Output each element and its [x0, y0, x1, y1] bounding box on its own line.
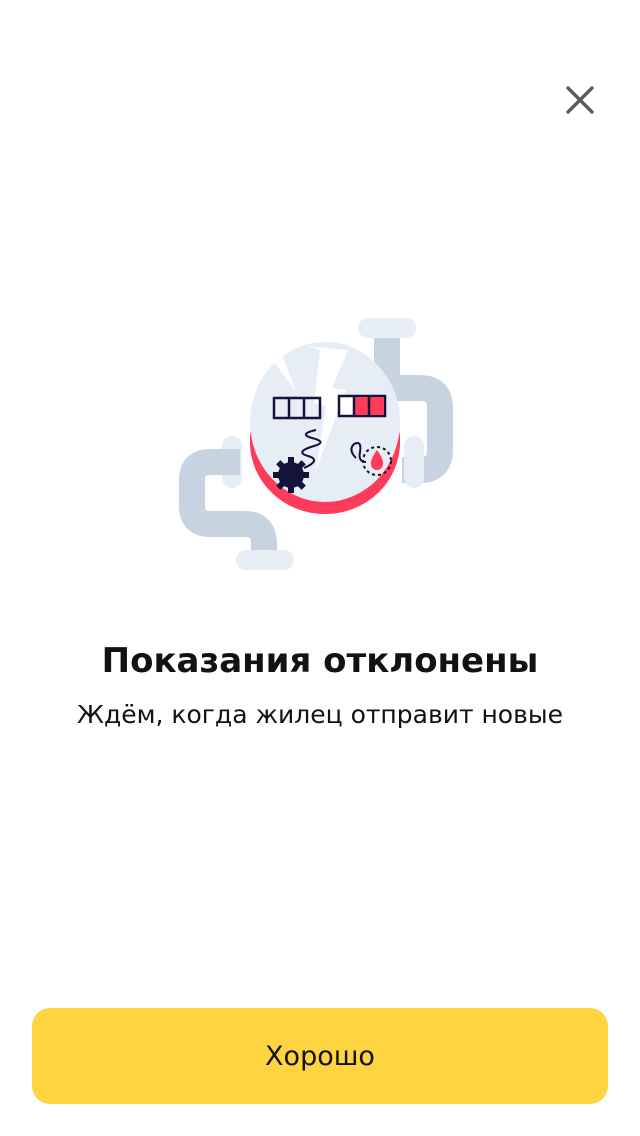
close-icon [566, 86, 594, 114]
page-title: Показания отклонены [101, 641, 539, 681]
broken-meter-illustration [170, 310, 470, 580]
ok-button[interactable]: Хорошо [32, 1008, 608, 1104]
close-button[interactable] [556, 76, 604, 124]
page-subtitle: Ждём, когда жилец отправит новые [77, 700, 563, 729]
meter-body [250, 342, 400, 514]
